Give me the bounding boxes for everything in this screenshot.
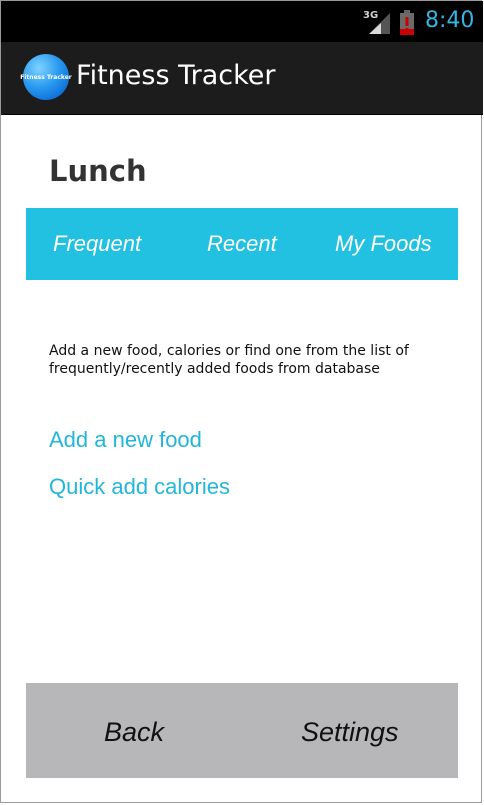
settings-button[interactable]: Settings [301,683,399,778]
app-logo-text: Fitness Tracker [20,73,72,81]
tab-my-foods[interactable]: My Foods [335,208,432,280]
signal-icon [369,13,390,34]
back-button[interactable]: Back [104,683,164,778]
status-bar: 3G 8:40 [1,1,483,42]
clock: 8:40 [425,8,475,33]
action-bar: Fitness Tracker Fitness Tracker [1,42,483,115]
hint-text: Add a new food, calories or find one fro… [49,343,409,377]
meal-title: Lunch [49,154,147,188]
tab-recent[interactable]: Recent [207,208,277,280]
food-source-tabs: Frequent Recent My Foods [26,208,458,280]
quick-add-calories-link[interactable]: Quick add calories [49,474,230,500]
app-logo-icon[interactable]: Fitness Tracker [20,54,72,100]
battery-alert-icon [400,10,414,35]
bottom-bar: Back Settings [26,683,458,778]
tab-frequent[interactable]: Frequent [53,208,141,280]
add-new-food-link[interactable]: Add a new food [49,427,202,453]
app-title: Fitness Tracker [76,60,276,91]
